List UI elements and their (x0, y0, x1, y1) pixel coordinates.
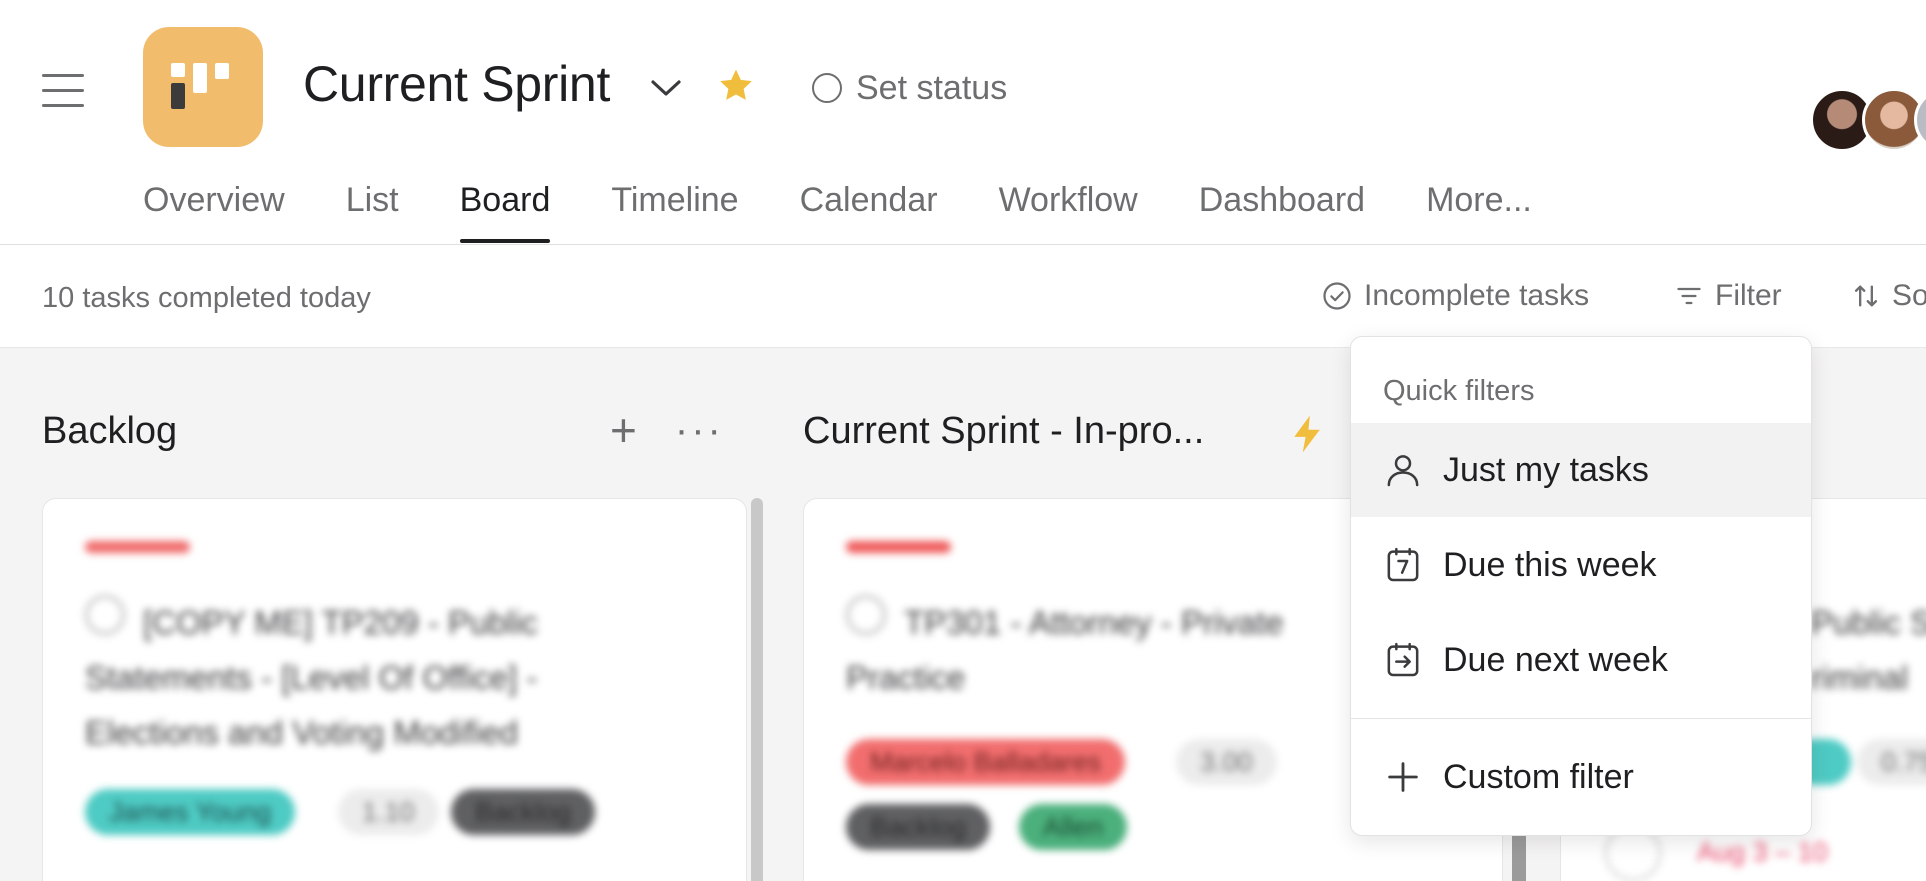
project-title[interactable]: Current Sprint (303, 55, 610, 113)
set-status-button[interactable]: Set status (812, 68, 1007, 108)
section-tag: Backlog (451, 789, 596, 835)
filter-due-next-week[interactable]: Due next week (1351, 613, 1811, 707)
column-actions: + ··· (610, 407, 724, 453)
section-tag: Backlog (846, 804, 991, 850)
plus-icon (1388, 762, 1418, 792)
dropdown-heading: Quick filters (1383, 375, 1535, 407)
completed-today-text: 10 tasks completed today (42, 282, 371, 314)
task-title: Public S (1811, 604, 1926, 641)
filter-button[interactable]: Filter (1675, 278, 1782, 314)
sort-icon (1854, 285, 1878, 307)
column-scrollbar[interactable] (751, 498, 763, 881)
due-date: Aug 3 – 10 (1697, 837, 1828, 867)
calendar-7-icon (1387, 547, 1419, 582)
tab-workflow[interactable]: Workflow (999, 170, 1138, 245)
task-title: TP301 - Attorney - Private Practice (846, 604, 1284, 696)
person-icon (1387, 455, 1419, 487)
tab-more[interactable]: More... (1426, 170, 1532, 245)
star-icon[interactable] (716, 66, 756, 106)
project-tabs: Overview List Board Timeline Calendar Wo… (143, 170, 1593, 245)
divider (1351, 718, 1811, 719)
estimate-tag: 3.00 (1176, 739, 1277, 785)
quick-filters-dropdown: Quick filters Just my tasks Due this wee… (1350, 336, 1812, 836)
priority-bar (846, 541, 951, 553)
task-title: riminal (1811, 659, 1909, 696)
lightning-icon[interactable] (1290, 414, 1324, 454)
tab-list[interactable]: List (346, 170, 399, 245)
tab-board[interactable]: Board (459, 170, 550, 245)
filter-icon (1677, 287, 1701, 305)
task-title: [COPY ME] TP209 - Public Statements - [L… (85, 604, 538, 751)
tab-overview[interactable]: Overview (143, 170, 285, 245)
project-header: Current Sprint Set status Overview List … (0, 0, 1926, 245)
custom-tag: Allen (1019, 804, 1128, 850)
status-circle-icon (812, 73, 842, 103)
filter-just-my-tasks[interactable]: Just my tasks (1351, 423, 1811, 517)
assignee-tag: James Young (85, 789, 296, 835)
column-title-backlog[interactable]: Backlog (42, 410, 177, 453)
filter-label: Filter (1715, 279, 1782, 312)
column-title-in-progress[interactable]: Current Sprint - In-pro... (803, 410, 1204, 453)
priority-bar (85, 541, 190, 553)
more-options-icon[interactable]: ··· (675, 410, 724, 450)
task-card[interactable]: [COPY ME] TP209 - Public Statements - [L… (42, 498, 747, 881)
tab-dashboard[interactable]: Dashboard (1199, 170, 1365, 245)
custom-filter-label: Custom filter (1443, 757, 1634, 796)
add-task-icon[interactable]: + (610, 407, 637, 453)
tab-timeline[interactable]: Timeline (611, 170, 738, 245)
custom-filter-button[interactable]: Custom filter (1351, 730, 1811, 824)
check-circle-icon (1323, 282, 1351, 310)
assignee-tag: Marcelo Balladares (846, 739, 1126, 785)
set-status-label: Set status (856, 68, 1008, 107)
filter-label: Due next week (1443, 640, 1668, 679)
board-toolbar: 10 tasks completed today Incomplete task… (0, 246, 1926, 348)
filter-label: Due this week (1443, 545, 1657, 584)
incomplete-tasks-label: Incomplete tasks (1364, 279, 1590, 312)
incomplete-tasks-button[interactable]: Incomplete tasks (1322, 278, 1589, 314)
filter-label: Just my tasks (1443, 450, 1649, 489)
calendar-arrow-icon (1387, 642, 1419, 677)
filter-due-this-week[interactable]: Due this week (1351, 518, 1811, 612)
sort-button[interactable]: So (1852, 278, 1926, 314)
project-logo[interactable] (143, 27, 263, 147)
tab-calendar[interactable]: Calendar (800, 170, 938, 245)
sort-label: So (1892, 279, 1926, 312)
menu-icon[interactable] (42, 74, 84, 108)
estimate-tag: 0.75 (1857, 739, 1926, 785)
estimate-tag: 1.10 (338, 789, 439, 835)
chevron-down-icon[interactable] (648, 73, 684, 103)
